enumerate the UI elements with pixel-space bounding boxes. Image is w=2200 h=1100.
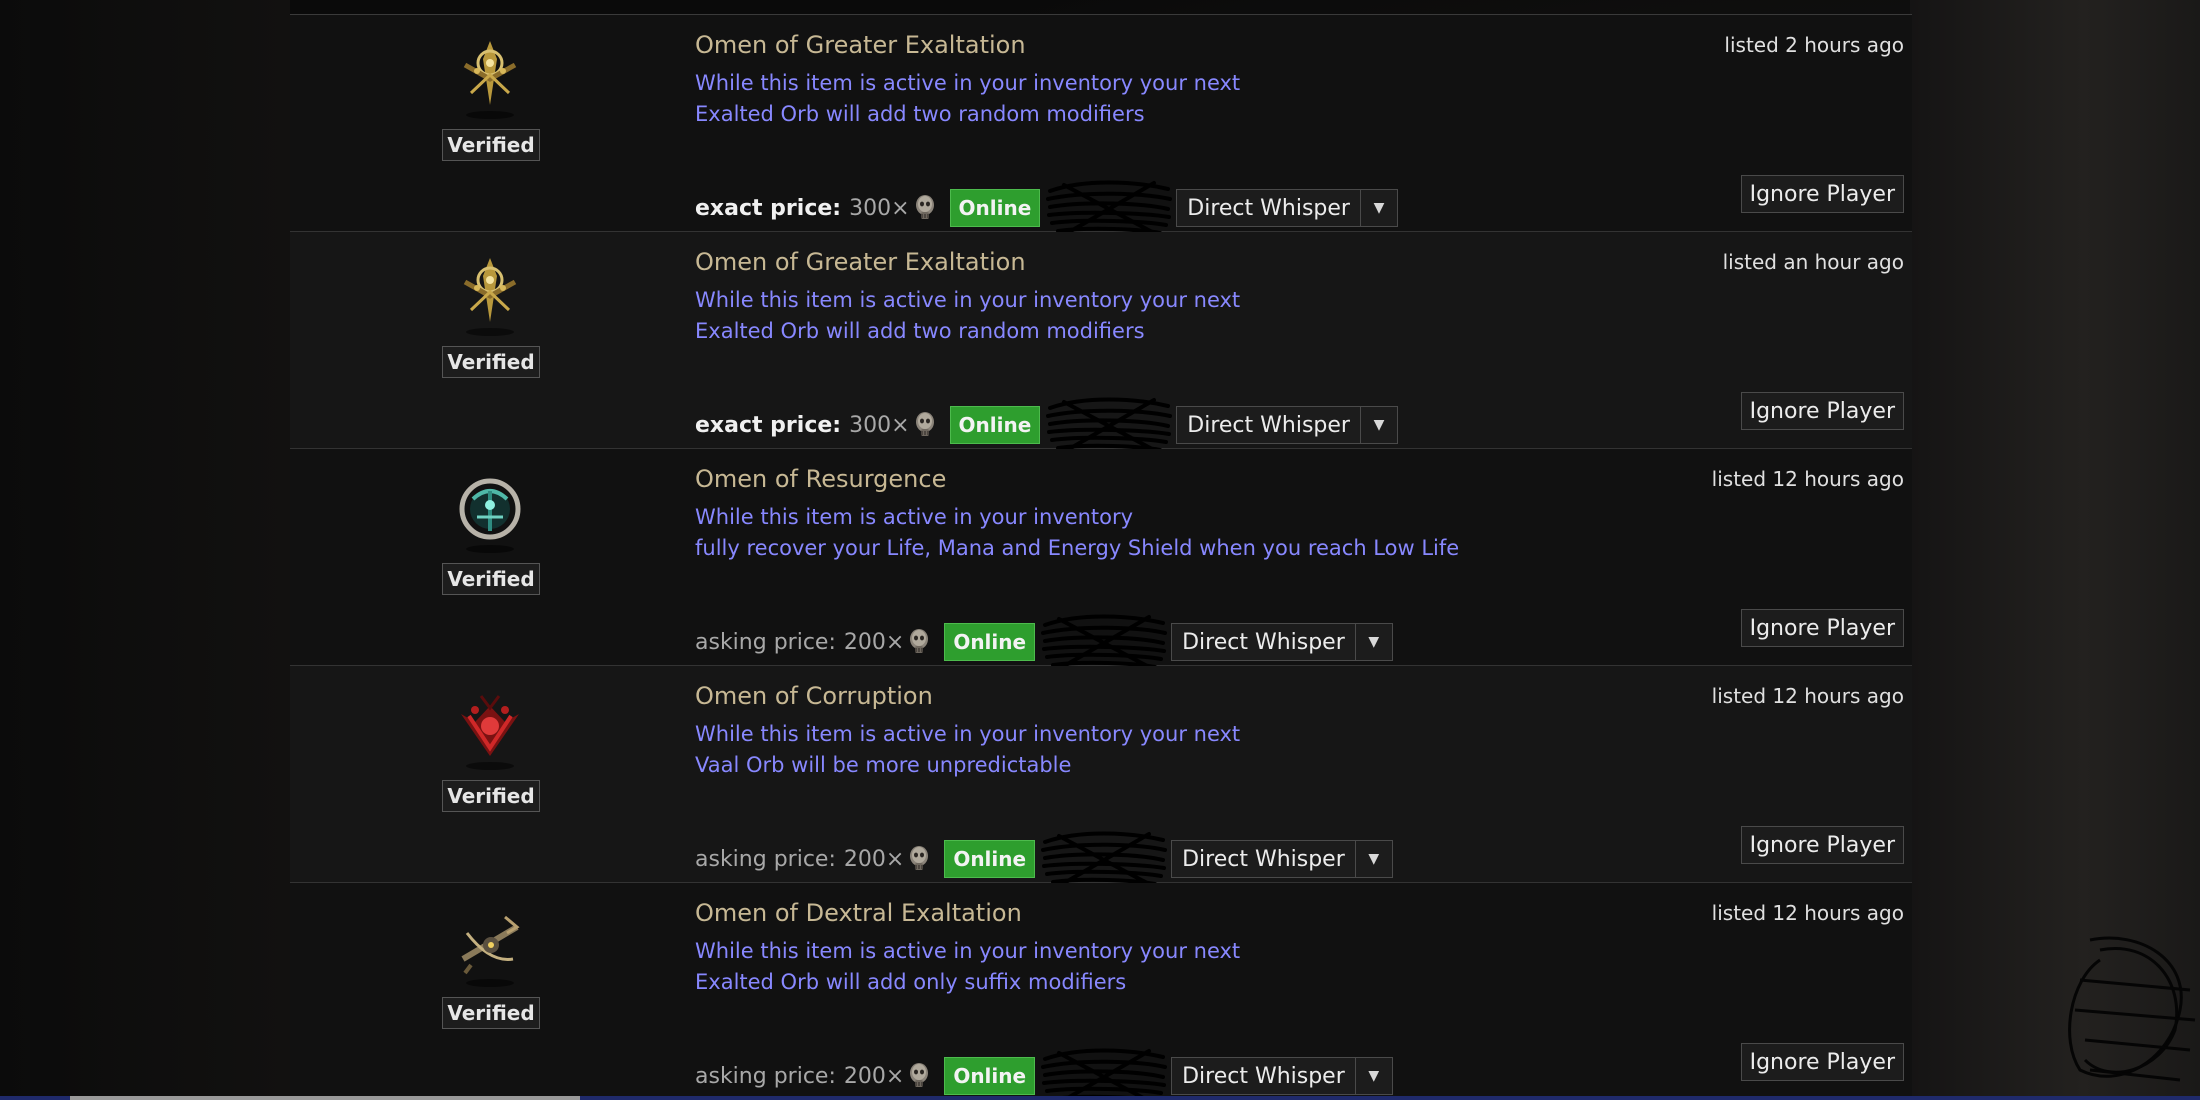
taskbar-highlight — [70, 1096, 580, 1100]
item-name[interactable]: Omen of Resurgence — [695, 465, 946, 493]
redacted-player-name — [1041, 1048, 1168, 1100]
scribble-overlay — [2068, 936, 2196, 1082]
direct-whisper-button[interactable]: Direct Whisper — [1172, 624, 1356, 660]
chevron-down-icon[interactable]: ▼ — [1361, 407, 1397, 443]
ignore-player-button[interactable]: Ignore Player — [1740, 392, 1904, 430]
direct-whisper-button-group: Direct Whisper ▼ — [1176, 406, 1398, 444]
chevron-down-icon[interactable]: ▼ — [1356, 841, 1392, 877]
item-mod-line-2: Vaal Orb will be more unpredictable — [695, 753, 1072, 777]
divine-skull-currency-icon — [915, 195, 934, 219]
listing-row: Verified Omen of Resurgence While this i… — [290, 449, 1912, 671]
item-mod-line-2: Exalted Orb will add two random modifier… — [695, 319, 1145, 343]
redacted-player-name — [1046, 180, 1173, 237]
direct-whisper-button[interactable]: Direct Whisper — [1177, 190, 1361, 226]
direct-whisper-button[interactable]: Direct Whisper — [1177, 407, 1361, 443]
ignore-player-button[interactable]: Ignore Player — [1740, 1043, 1904, 1081]
redacted-player-name — [1041, 831, 1168, 888]
listing-row: Verified Omen of Dextral Exaltation Whil… — [290, 883, 1912, 1100]
verified-badge: Verified — [442, 346, 540, 378]
listing-row: Verified Omen of Corruption While this i… — [290, 666, 1912, 888]
price-value: 200× — [843, 846, 905, 872]
item-mod-line-1: While this item is active in your invent… — [695, 71, 1241, 95]
online-status-badge: Online — [944, 840, 1036, 878]
price-label: exact price: — [695, 412, 842, 438]
trade-results-page: Verified Omen of Greater Exaltation Whil… — [0, 0, 2200, 1100]
verified-badge: Verified — [442, 780, 540, 812]
taskbar-strip — [0, 1096, 2200, 1100]
divine-skull-currency-icon — [910, 1063, 929, 1087]
price-line: asking price: 200× Online Direct Whisper… — [695, 828, 1393, 890]
redacted-player-name — [1041, 614, 1168, 671]
listing-row: Verified Omen of Greater Exaltation Whil… — [290, 232, 1912, 454]
chevron-down-icon[interactable]: ▼ — [1361, 190, 1397, 226]
price-label: asking price: — [695, 1063, 836, 1089]
direct-whisper-button[interactable]: Direct Whisper — [1172, 841, 1356, 877]
direct-whisper-button-group: Direct Whisper ▼ — [1176, 189, 1398, 227]
verified-badge: Verified — [442, 997, 540, 1029]
divine-skull-currency-icon — [910, 629, 929, 653]
item-mod-line-1: While this item is active in your invent… — [695, 939, 1241, 963]
price-label: asking price: — [695, 846, 836, 872]
price-line: asking price: 200× Online Direct Whisper… — [695, 1045, 1393, 1100]
chevron-down-icon[interactable]: ▼ — [1356, 624, 1392, 660]
price-value: 200× — [843, 629, 905, 655]
direct-whisper-button[interactable]: Direct Whisper — [1172, 1058, 1356, 1094]
price-line: exact price: 300× Online Direct Whisper … — [695, 177, 1398, 239]
item-name[interactable]: Omen of Dextral Exaltation — [695, 899, 1022, 927]
results-list: Verified Omen of Greater Exaltation Whil… — [290, 14, 1912, 1100]
background-left — [0, 0, 290, 1100]
listed-time: listed 2 hours ago — [1724, 33, 1904, 57]
price-value: 200× — [843, 1063, 905, 1089]
chevron-down-icon[interactable]: ▼ — [1356, 1058, 1392, 1094]
omen-resurgence-icon[interactable] — [450, 469, 530, 555]
price-label: asking price: — [695, 629, 836, 655]
ignore-player-button[interactable]: Ignore Player — [1740, 826, 1904, 864]
item-mod-line-2: Exalted Orb will add two random modifier… — [695, 102, 1145, 126]
item-mod-line-1: While this item is active in your invent… — [695, 288, 1241, 312]
verified-badge: Verified — [442, 563, 540, 595]
item-mod-line-1: While this item is active in your invent… — [695, 505, 1134, 529]
item-name[interactable]: Omen of Greater Exaltation — [695, 248, 1026, 276]
omen-greater-exaltation-icon[interactable] — [450, 252, 530, 338]
item-mod-line-2: fully recover your Life, Mana and Energy… — [695, 536, 1460, 560]
online-status-badge: Online — [944, 623, 1036, 661]
item-name[interactable]: Omen of Corruption — [695, 682, 933, 710]
item-name[interactable]: Omen of Greater Exaltation — [695, 31, 1026, 59]
price-line: exact price: 300× Online Direct Whisper … — [695, 394, 1398, 456]
ignore-player-button[interactable]: Ignore Player — [1740, 609, 1904, 647]
divine-skull-currency-icon — [910, 846, 929, 870]
online-status-badge: Online — [949, 189, 1041, 227]
listing-row: Verified Omen of Greater Exaltation Whil… — [290, 15, 1912, 237]
omen-greater-exaltation-icon[interactable] — [450, 35, 530, 121]
direct-whisper-button-group: Direct Whisper ▼ — [1171, 1057, 1393, 1095]
price-line: asking price: 200× Online Direct Whisper… — [695, 611, 1393, 673]
price-label: exact price: — [695, 195, 842, 221]
online-status-badge: Online — [949, 406, 1041, 444]
item-mod-line-2: Exalted Orb will add only suffix modifie… — [695, 970, 1127, 994]
online-status-badge: Online — [944, 1057, 1036, 1095]
listed-time: listed 12 hours ago — [1711, 467, 1904, 491]
price-value: 300× — [849, 412, 910, 438]
omen-corruption-icon[interactable] — [450, 686, 530, 772]
divine-skull-currency-icon — [915, 412, 934, 436]
direct-whisper-button-group: Direct Whisper ▼ — [1171, 840, 1393, 878]
verified-badge: Verified — [442, 129, 540, 161]
direct-whisper-button-group: Direct Whisper ▼ — [1171, 623, 1393, 661]
item-mod-line-1: While this item is active in your invent… — [695, 722, 1241, 746]
listed-time: listed 12 hours ago — [1711, 901, 1904, 925]
price-value: 300× — [849, 195, 910, 221]
omen-dextral-exaltation-icon[interactable] — [450, 903, 530, 989]
listed-time: listed an hour ago — [1722, 250, 1904, 274]
listed-time: listed 12 hours ago — [1711, 684, 1904, 708]
ignore-player-button[interactable]: Ignore Player — [1740, 175, 1904, 213]
redacted-player-name — [1046, 397, 1173, 454]
